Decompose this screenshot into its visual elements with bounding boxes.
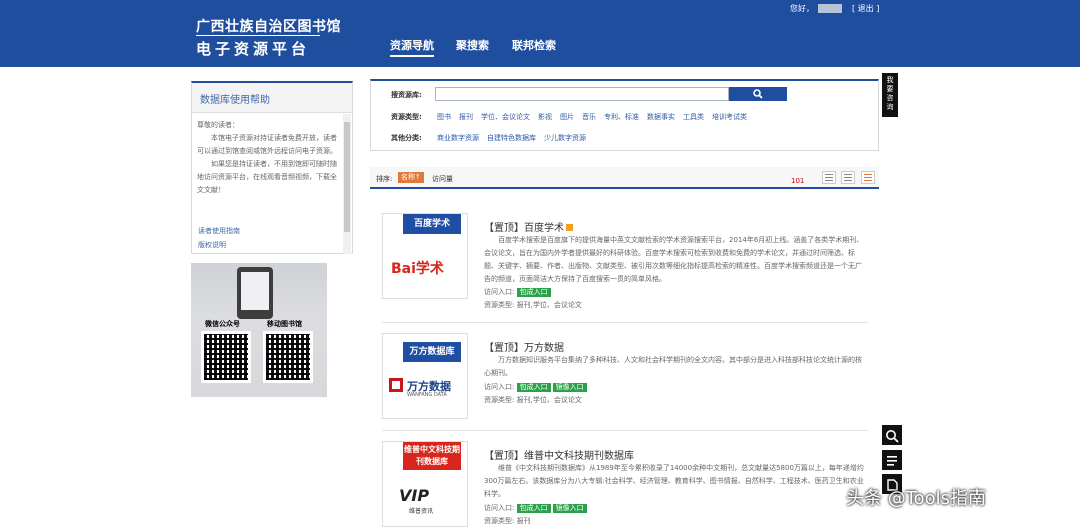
baidu-logo: Bai学术 <box>391 261 444 277</box>
type-link[interactable]: 数据事实 <box>647 113 675 121</box>
reader-guide-link[interactable]: 读者使用指南 <box>198 226 240 236</box>
resource-type-list: 图书 报刊 学位、会议论文 影视 图片 音乐 专利、标准 数据事实 工具类 培训考试类 <box>437 112 755 122</box>
type-link[interactable]: 图片 <box>560 113 574 121</box>
wanfang-logo-sub: WANFANG DATA <box>407 392 447 398</box>
platform-name[interactable]: 电子资源平台 <box>196 38 310 59</box>
logout-link[interactable]: [ 退出 ] <box>852 4 879 13</box>
type-link[interactable]: 学位、会议论文 <box>481 113 530 121</box>
nav-aggregate-search[interactable]: 聚搜索 <box>456 37 489 53</box>
entry-description: 维普《中文科技期刊数据库》从1989年至今累积收录了14000余种中文期刊，总文… <box>484 464 864 498</box>
user-bar: 您好， [ 退出 ] <box>790 3 879 14</box>
category-link[interactable]: 商业数字资源 <box>437 134 479 142</box>
resource-type-row: 资源类型: 报刊,学位、会议论文 <box>484 301 582 309</box>
consult-label: 我要咨询 <box>886 76 894 111</box>
mirror-access-button[interactable]: 镜像入口 <box>552 504 587 513</box>
logo-divider <box>196 35 320 36</box>
float-search-button[interactable] <box>882 425 902 445</box>
qr-code-panel: 微信公众号 移动图书馆 <box>191 263 327 397</box>
resource-entry: 维普中文科技期刊数据库 VIP 维普资讯 【置顶】维普中文科技期刊数据库 维普《… <box>382 441 868 527</box>
thumbnail-tag: 万方数据库 <box>403 342 461 362</box>
help-text: 尊敬的读者： 本馆电子资源对持证读者免费开放，读者可以通过到馆查阅或馆外远程访问… <box>197 119 339 197</box>
entry-title[interactable]: 【置顶】百度学术 <box>484 219 573 234</box>
table-view-icon[interactable] <box>841 171 855 184</box>
scrollbar-thumb[interactable] <box>344 122 350 232</box>
help-panel: 数据库使用帮助 尊敬的读者： 本馆电子资源对持证读者免费开放，读者可以通过到馆查… <box>191 81 353 254</box>
access-row: 访问入口: 包成入口 <box>484 287 553 297</box>
type-link[interactable]: 工具类 <box>683 113 704 121</box>
other-category-list: 商业数字资源 自建特色数据库 少儿数字资源 <box>437 133 594 143</box>
baidu-xueshu-thumbnail[interactable]: 百度学术 Bai学术 <box>382 213 468 299</box>
thumbnail-tag: 维普中文科技期刊数据库 <box>403 442 461 470</box>
category-link[interactable]: 自建特色数据库 <box>487 134 536 142</box>
type-link[interactable]: 专利、标准 <box>604 113 639 121</box>
detail-view-icon[interactable] <box>861 171 875 184</box>
category-link[interactable]: 少儿数字资源 <box>544 134 586 142</box>
entry-title[interactable]: 【置顶】万方数据 <box>484 339 564 354</box>
type-link[interactable]: 音乐 <box>582 113 596 121</box>
type-link[interactable]: 培训考试类 <box>712 113 747 121</box>
top-header: 广西壮族自治区图书馆 电子资源平台 资源导航 聚搜索 联邦检索 您好， [ 退出 … <box>0 0 1080 67</box>
help-paragraph: 如果您是持证读者，不用到馆即可随时随地访问资源平台，在线观看音频视频，下载全文文… <box>197 160 337 194</box>
copyright-link[interactable]: 版权说明 <box>198 240 226 250</box>
phone-image <box>237 267 273 319</box>
wanfang-thumbnail[interactable]: 万方数据库 万方数据 WANFANG DATA <box>382 333 468 419</box>
other-category-label: 其他分类: <box>391 134 422 142</box>
type-link[interactable]: 图书 <box>437 113 451 121</box>
source-search-label: 搜资源库: <box>391 91 422 99</box>
sort-by-visits-button[interactable]: 访问量 <box>432 174 453 184</box>
sort-by-name-button[interactable]: 名称↑ <box>398 172 424 183</box>
entry-description: 百度学术搜索是百度旗下的提供海量中英文文献检索的学术资源搜索平台，2014年6月… <box>484 236 864 283</box>
type-link[interactable]: 报刊 <box>459 113 473 121</box>
type-link[interactable]: 影视 <box>538 113 552 121</box>
resource-type-label: 资源类型: <box>391 113 422 121</box>
nav-resource-navigation[interactable]: 资源导航 <box>390 37 434 57</box>
sort-label: 排序: <box>376 175 393 183</box>
new-badge-icon <box>566 224 573 231</box>
search-icon <box>753 88 763 99</box>
help-greeting: 尊敬的读者： <box>197 121 239 129</box>
vip-logo-sub: 维普资讯 <box>409 508 434 515</box>
wechat-qr-code <box>201 331 251 383</box>
sort-bar: 排序: 名称↑ 访问量 101 <box>370 167 879 189</box>
resource-type-row: 资源类型: 报刊 <box>484 517 531 525</box>
vip-logo: VIP <box>399 486 430 505</box>
campus-access-button[interactable]: 包成入口 <box>516 383 551 392</box>
search-icon <box>886 429 899 443</box>
access-row: 访问入口: 包成入口 镜像入口 <box>484 503 589 513</box>
resource-entry: 百度学术 Bai学术 【置顶】百度学术 百度学术搜索是百度旗下的提供海量中英文文… <box>382 213 868 323</box>
mobile-library-caption: 移动图书馆 <box>267 320 302 328</box>
help-scrollbar[interactable] <box>343 114 351 254</box>
help-paragraph: 本馆电子资源对持证读者免费开放，读者可以通过到馆查阅或馆外远程访问电子资源。 <box>197 134 337 155</box>
help-panel-title: 数据库使用帮助 <box>192 83 352 113</box>
list-view-icon[interactable] <box>822 171 836 184</box>
nav-federated-search[interactable]: 联邦检索 <box>512 37 556 53</box>
thumbnail-tag: 百度学术 <box>403 214 461 234</box>
float-list-button[interactable] <box>882 450 902 470</box>
entry-title[interactable]: 【置顶】维普中文科技期刊数据库 <box>484 447 634 462</box>
greeting-text: 您好， <box>790 4 814 13</box>
vip-thumbnail[interactable]: 维普中文科技期刊数据库 VIP 维普资讯 <box>382 441 468 527</box>
resource-type-row: 资源类型: 报刊,学位、会议论文 <box>484 396 582 404</box>
search-input[interactable] <box>435 87 729 101</box>
result-count: 101 <box>791 177 805 185</box>
wanfang-logo-mark <box>389 378 403 392</box>
username-redacted <box>818 4 842 13</box>
wechat-caption: 微信公众号 <box>205 320 240 328</box>
watermark: 头条 @Tools指南 <box>846 488 987 509</box>
mirror-access-button[interactable]: 镜像入口 <box>552 383 587 392</box>
list-icon <box>887 455 897 466</box>
mobile-library-qr-code <box>263 331 313 383</box>
library-name[interactable]: 广西壮族自治区图书馆 <box>196 16 341 36</box>
access-row: 访问入口: 包成入口 镜像入口 <box>484 382 589 392</box>
search-panel: 搜资源库: 资源类型: 图书 报刊 学位、会议论文 影视 图片 音乐 专利、标准 数据事实 工具… <box>370 79 879 151</box>
search-button[interactable] <box>729 87 787 101</box>
entry-description: 万方数据知识服务平台集纳了多种科技、人文和社会科学期刊的全文内容。其中部分是进入… <box>484 356 862 377</box>
campus-access-button[interactable]: 包成入口 <box>516 288 551 297</box>
campus-access-button[interactable]: 包成入口 <box>516 504 551 513</box>
resource-entry: 万方数据库 万方数据 WANFANG DATA 【置顶】万方数据 万方数据知识服… <box>382 333 868 431</box>
consult-button[interactable]: 我要咨询 <box>882 73 898 117</box>
